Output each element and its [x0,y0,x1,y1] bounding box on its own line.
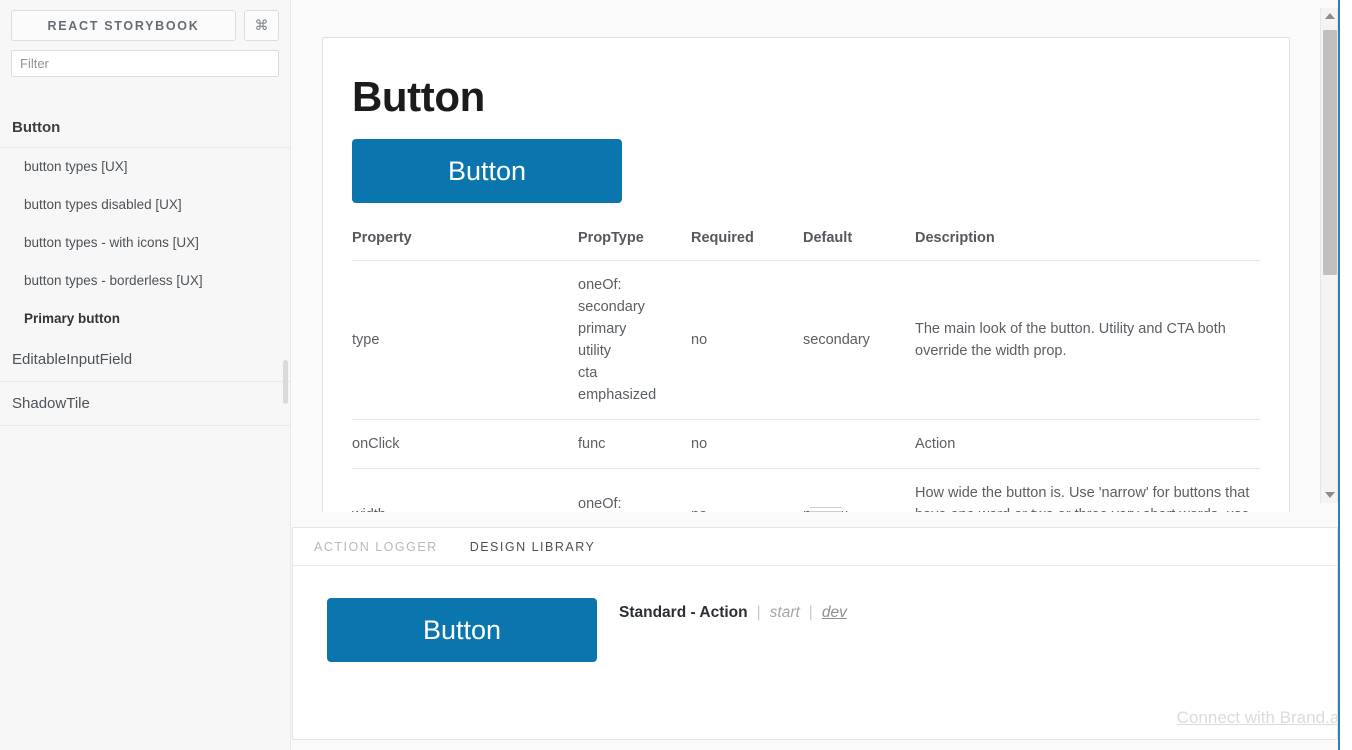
cell-description: How wide the button is. Use 'narrow' for… [915,468,1260,512]
sidebar-item-button-types-borderless[interactable]: button types - borderless [UX] [0,262,290,300]
proptype-line: oneOf: [578,277,622,293]
proptype-line: func [578,436,606,452]
proptype-line: emphasized [578,387,657,403]
cell-required: no [691,260,803,420]
sidebar-item-button-types-disabled[interactable]: button types disabled [UX] [0,186,290,224]
design-library-meta: Standard - Action | start | dev [619,598,847,622]
tab-design-library[interactable]: DESIGN LIBRARY [470,538,596,556]
column-header-default: Default [803,230,853,246]
brand-title[interactable]: REACT STORYBOOK [11,10,236,41]
separator: | [808,604,813,621]
panel-resize-handle[interactable] [810,504,842,514]
cell-description: Action [915,419,1260,469]
component-name: Standard - Action [619,604,748,621]
sidebar-header: REACT STORYBOOK ⌘ [0,0,290,41]
cell-description: The main look of the button. Utility and… [915,260,1260,420]
storybook-app: REACT STORYBOOK ⌘ Button button types [U… [0,0,1352,750]
props-table-header-row: Property PropType Required Default Descr… [352,230,1260,261]
column-header-description: Description [915,230,995,246]
preview-scrollbar[interactable] [1320,8,1338,503]
design-library-body: Button Standard - Action | start | dev C… [293,566,1337,739]
sidebar: REACT STORYBOOK ⌘ Button button types [U… [0,0,291,750]
sidebar-item-button-types[interactable]: button types [UX] [0,148,290,186]
column-header-required: Required [691,230,754,246]
page-title: Button [352,73,485,120]
sidebar-group-button[interactable]: Button [0,105,290,148]
cell-property: width [352,468,578,512]
proptype-line: utility [578,343,612,359]
table-row: type oneOf: secondary primary utility ct… [352,260,1260,420]
sidebar-item-button-types-with-icons[interactable]: button types - with icons [UX] [0,224,290,262]
dev-link[interactable]: dev [822,604,847,622]
cell-default [803,419,915,469]
browser-right-edge [1338,0,1352,750]
cell-proptype: func [578,419,691,469]
start-link[interactable]: start [770,604,800,622]
sidebar-item-primary-button[interactable]: Primary button [0,300,290,338]
scroll-up-arrow-icon[interactable] [1321,8,1339,24]
story-list: Button button types [UX] button types di… [0,105,290,750]
preview-area: Button Button Property PropType Required… [291,0,1338,512]
proptype-line: secondary [578,299,645,315]
cell-property: onClick [352,419,578,469]
proptype-line: cta [578,365,598,381]
cell-proptype: oneOf: x-narrow [578,468,691,512]
tab-action-logger[interactable]: ACTION LOGGER [314,538,438,556]
table-row: width oneOf: x-narrow no narrow How wide… [352,468,1260,512]
sidebar-group-editableinputfield[interactable]: EditableInputField [0,338,290,382]
sidebar-group-shadowtile[interactable]: ShadowTile [0,382,290,426]
addon-panel: ACTION LOGGER DESIGN LIBRARY Button Stan… [292,527,1338,740]
table-row: onClick func no Action [352,419,1260,469]
filter-wrapper [0,41,290,77]
command-key-icon[interactable]: ⌘ [244,10,279,41]
proptype-line: oneOf: [578,496,622,512]
demo-button[interactable]: Button [352,139,622,203]
cell-required: no [691,419,803,469]
sidebar-scrollbar-thumb[interactable] [283,360,288,404]
preview-content: Button Button Property PropType Required… [323,38,1289,512]
cell-default: secondary [803,260,915,420]
props-table: Property PropType Required Default Descr… [352,230,1260,512]
column-header-property: Property [352,230,412,246]
cell-required: no [691,468,803,512]
cell-proptype: oneOf: secondary primary utility cta emp… [578,260,691,420]
addon-tab-bar: ACTION LOGGER DESIGN LIBRARY [293,528,1337,566]
cell-property: type [352,260,578,420]
scrollbar-thumb[interactable] [1323,30,1337,275]
filter-input[interactable] [11,50,279,77]
proptype-line: primary [578,321,627,337]
column-header-proptype: PropType [578,230,644,246]
story-preview-panel: Button Button Property PropType Required… [322,37,1290,512]
design-library-button[interactable]: Button [327,598,597,662]
connect-with-brandai-link[interactable]: Connect with Brand.ai [1177,708,1337,728]
separator: | [756,604,761,621]
scroll-down-arrow-icon[interactable] [1321,487,1339,503]
